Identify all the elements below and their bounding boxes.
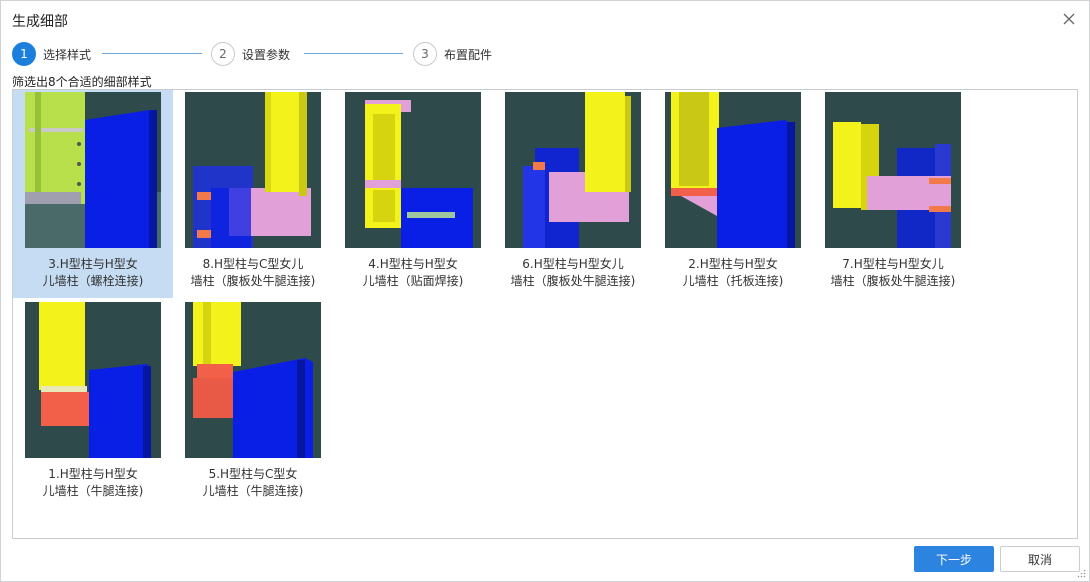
- style-caption: 6.H型柱与H型女儿 墙柱（腹板处牛腿连接): [510, 257, 636, 288]
- bolted-connection-thumbnail: [25, 92, 161, 248]
- style-card[interactable]: 7.H型柱与H型女儿 墙柱（腹板处牛腿连接): [813, 90, 973, 298]
- step-2-label: 设置参数: [242, 47, 291, 62]
- style-card[interactable]: 5.H型柱与C型女 儿墙柱（牛腿连接): [173, 300, 333, 508]
- support-plate-thumbnail: [665, 92, 801, 248]
- step-3: 3 布置配件: [413, 41, 492, 67]
- step-3-number: 3: [413, 42, 437, 66]
- style-caption: 1.H型柱与H型女 儿墙柱（牛腿连接): [42, 467, 144, 498]
- style-card[interactable]: 2.H型柱与H型女 儿墙柱（托板连接): [653, 90, 813, 298]
- style-card[interactable]: 8.H型柱与C型女儿 墙柱（腹板处牛腿连接): [173, 90, 333, 298]
- web-bracket-h2-thumbnail: [825, 92, 961, 248]
- style-caption: 3.H型柱与H型女 儿墙柱（螺栓连接): [42, 257, 144, 288]
- bracket-h-thumbnail: [25, 302, 161, 458]
- bracket-c-thumbnail: [185, 302, 321, 458]
- resize-grip-icon[interactable]: [1077, 569, 1086, 578]
- step-1: 1 选择样式: [12, 41, 91, 67]
- style-card[interactable]: 1.H型柱与H型女 儿墙柱（牛腿连接): [13, 300, 173, 508]
- close-icon[interactable]: [1061, 11, 1077, 27]
- face-weld-thumbnail: [345, 92, 481, 248]
- dialog-title: 生成细部: [12, 14, 68, 30]
- step-2: 2 设置参数: [211, 41, 290, 67]
- step-1-number: 1: [12, 42, 36, 66]
- filter-result-text: 筛选出8个合适的细部样式: [12, 75, 152, 89]
- style-caption: 4.H型柱与H型女 儿墙柱（贴面焊接): [362, 257, 464, 288]
- step-connector: [304, 53, 403, 54]
- step-3-label: 布置配件: [444, 47, 493, 62]
- step-2-number: 2: [211, 42, 235, 66]
- style-card[interactable]: 4.H型柱与H型女 儿墙柱（贴面焊接): [333, 90, 493, 298]
- web-bracket-h-thumbnail: [505, 92, 641, 248]
- cancel-button[interactable]: 取消: [1000, 546, 1080, 572]
- style-card[interactable]: 6.H型柱与H型女儿 墙柱（腹板处牛腿连接): [493, 90, 653, 298]
- style-caption: 7.H型柱与H型女儿 墙柱（腹板处牛腿连接): [830, 257, 956, 288]
- style-caption: 2.H型柱与H型女 儿墙柱（托板连接): [682, 257, 784, 288]
- style-card[interactable]: 3.H型柱与H型女 儿墙柱（螺栓连接): [13, 90, 173, 298]
- step-indicator: 1 选择样式 2 设置参数 3 布置配件: [12, 41, 612, 67]
- step-connector: [102, 53, 202, 54]
- style-caption: 5.H型柱与C型女 儿墙柱（牛腿连接): [202, 467, 304, 498]
- generate-detail-dialog: 生成细部 1 选择样式 2 设置参数 3 布置配件 筛选出8个合适的细部样式 3…: [0, 0, 1090, 582]
- step-1-label: 选择样式: [43, 47, 92, 62]
- style-caption: 8.H型柱与C型女儿 墙柱（腹板处牛腿连接): [190, 257, 316, 288]
- next-button[interactable]: 下一步: [914, 546, 994, 572]
- web-bracket-c-thumbnail: [185, 92, 321, 248]
- style-gallery[interactable]: 3.H型柱与H型女 儿墙柱（螺栓连接) 8.H型柱与C型女儿 墙柱（腹板处牛腿连…: [12, 89, 1078, 539]
